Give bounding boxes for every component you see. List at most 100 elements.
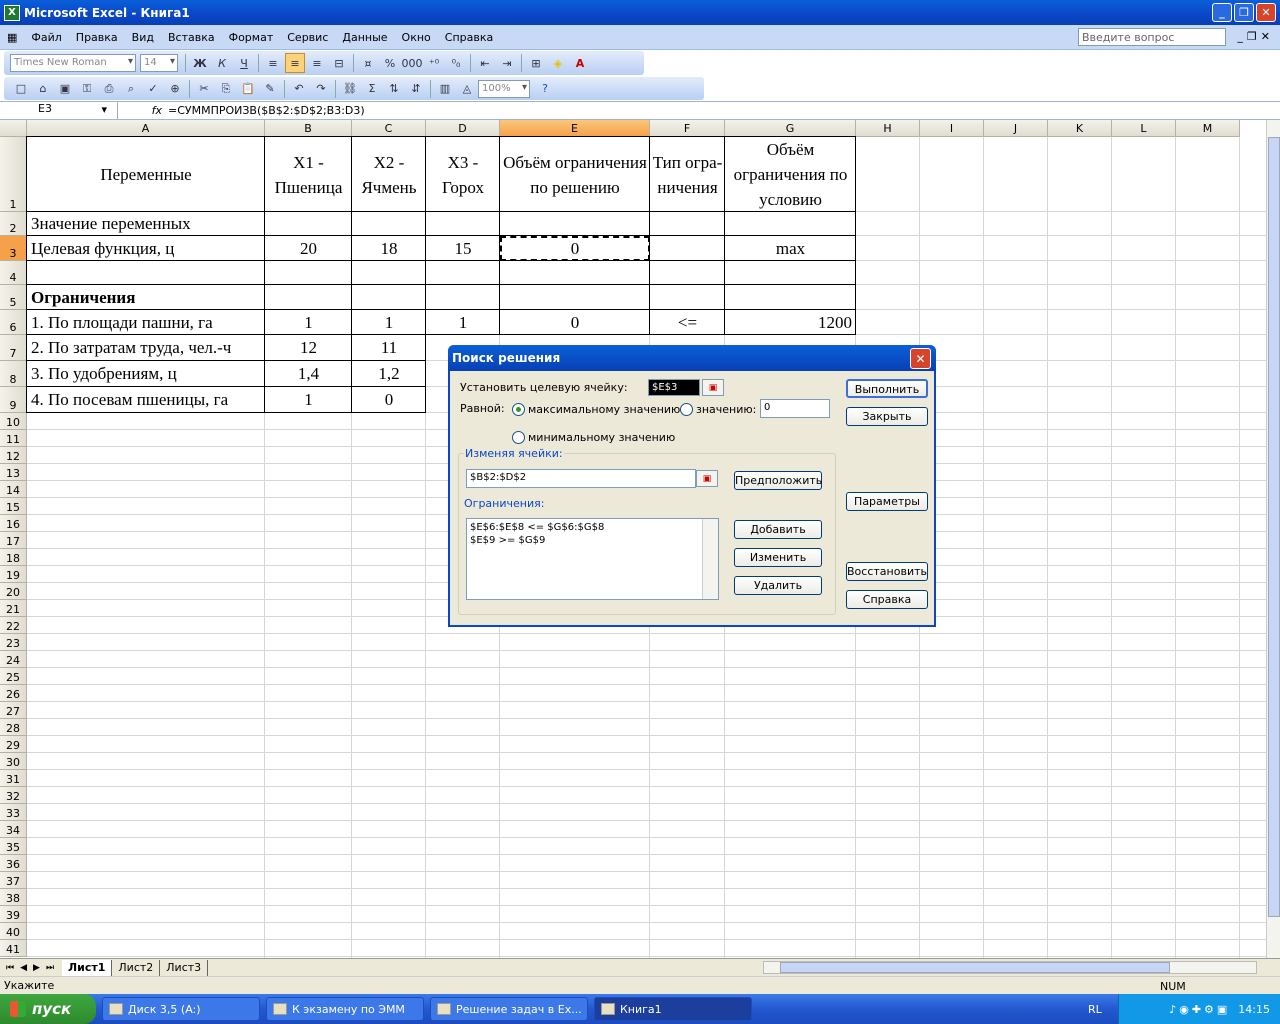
- close-dialog-button[interactable]: Закрыть: [846, 407, 928, 426]
- merge-center-icon[interactable]: ⊟: [329, 53, 349, 73]
- row-header-20[interactable]: 20: [0, 583, 27, 600]
- sheet-tab-3[interactable]: Лист3: [160, 959, 209, 976]
- scroll-thumb[interactable]: [780, 962, 1170, 973]
- options-button[interactable]: Параметры: [846, 492, 928, 511]
- drawing-icon[interactable]: ◬: [457, 79, 477, 99]
- borders-icon[interactable]: ⊞: [526, 53, 546, 73]
- row-header-10[interactable]: 10: [0, 413, 27, 430]
- row-header-7[interactable]: 7: [0, 335, 27, 361]
- cell-f6[interactable]: <=: [650, 310, 725, 335]
- align-left-icon[interactable]: ≡: [263, 53, 283, 73]
- task-word[interactable]: Решение задач в Ex...: [430, 997, 588, 1021]
- constraints-list[interactable]: $E$6:$E$8 <= $G$6:$G$8 $E$9 >= $G$9: [466, 518, 719, 600]
- cell-e4[interactable]: [500, 261, 650, 285]
- delete-button[interactable]: Удалить: [734, 576, 822, 595]
- cell-a2[interactable]: Значение переменных: [27, 212, 265, 236]
- research-icon[interactable]: ⊕: [165, 79, 185, 99]
- save-icon[interactable]: ▣: [55, 79, 75, 99]
- constraint-item[interactable]: $E$6:$E$8 <= $G$6:$G$8: [470, 521, 715, 534]
- minimize-button[interactable]: _: [1212, 3, 1232, 22]
- row-header-33[interactable]: 33: [0, 804, 27, 821]
- menu-view[interactable]: Вид: [125, 31, 161, 44]
- row-header-25[interactable]: 25: [0, 668, 27, 685]
- cell-f2[interactable]: [650, 212, 725, 236]
- sort-asc-icon[interactable]: ⇅: [384, 79, 404, 99]
- cell-c9[interactable]: 0: [352, 387, 426, 413]
- autosum-icon[interactable]: Σ: [362, 79, 382, 99]
- row-header-35[interactable]: 35: [0, 838, 27, 855]
- paste-icon[interactable]: 📋: [238, 79, 258, 99]
- format-painter-icon[interactable]: ✎: [260, 79, 280, 99]
- restore-button[interactable]: ❐: [1234, 3, 1254, 22]
- undo-icon[interactable]: ↶: [289, 79, 309, 99]
- open-icon[interactable]: ⌂: [33, 79, 53, 99]
- target-cell-input[interactable]: $E$3: [648, 379, 700, 396]
- row-header-2[interactable]: 2: [0, 212, 27, 236]
- doc-window-controls[interactable]: _❐✕: [1237, 30, 1274, 43]
- align-right-icon[interactable]: ≡: [307, 53, 327, 73]
- cell-b9[interactable]: 1: [265, 387, 352, 413]
- font-color-icon[interactable]: A: [570, 53, 590, 73]
- thousands-icon[interactable]: 000: [402, 53, 423, 73]
- cell-c4[interactable]: [352, 261, 426, 285]
- row-header-28[interactable]: 28: [0, 719, 27, 736]
- menu-insert[interactable]: Вставка: [161, 31, 222, 44]
- cell-b4[interactable]: [265, 261, 352, 285]
- cell-a4[interactable]: [27, 261, 265, 285]
- row-header-41[interactable]: 41: [0, 940, 27, 957]
- language-indicator[interactable]: RL: [1088, 1003, 1102, 1016]
- row-header-22[interactable]: 22: [0, 617, 27, 634]
- col-header-f[interactable]: F: [650, 120, 725, 137]
- cell-g3[interactable]: max: [725, 236, 856, 261]
- cell-g4[interactable]: [725, 261, 856, 285]
- row-header-32[interactable]: 32: [0, 787, 27, 804]
- menu-window[interactable]: Окно: [395, 31, 438, 44]
- cell-d6[interactable]: 1: [426, 310, 500, 335]
- chart-wizard-icon[interactable]: ▥: [435, 79, 455, 99]
- header-cell-e[interactable]: Объём ограничения по решению: [500, 137, 650, 212]
- cell-e5[interactable]: [500, 285, 650, 310]
- change-button[interactable]: Изменить: [734, 548, 822, 567]
- sort-desc-icon[interactable]: ⇵: [406, 79, 426, 99]
- print-preview-icon[interactable]: ⌕: [121, 79, 141, 99]
- sheet-nav-arrows[interactable]: ⏮◀▶⏭: [0, 963, 62, 973]
- horizontal-scrollbar[interactable]: [763, 961, 1257, 974]
- print-icon[interactable]: ⎙: [99, 79, 119, 99]
- row-header-40[interactable]: 40: [0, 923, 27, 940]
- formula-input[interactable]: =СУММПРОИЗВ($B$2:$D$2;B3:D3): [168, 104, 365, 117]
- solve-button[interactable]: Выполнить: [846, 379, 928, 398]
- cell-e3[interactable]: 0: [500, 236, 650, 261]
- row-header-3[interactable]: 3: [0, 236, 27, 261]
- cell-a8[interactable]: 3. По удобрениям, ц: [27, 361, 265, 387]
- new-icon[interactable]: □: [11, 79, 31, 99]
- align-center-icon[interactable]: ≡: [285, 53, 305, 73]
- cell-b3[interactable]: 20: [265, 236, 352, 261]
- col-header-g[interactable]: G: [725, 120, 856, 137]
- col-header-d[interactable]: D: [426, 120, 500, 137]
- row-header-8[interactable]: 8: [0, 361, 27, 387]
- menu-edit[interactable]: Правка: [69, 31, 125, 44]
- vertical-scrollbar[interactable]: [1266, 120, 1280, 958]
- menu-format[interactable]: Формат: [222, 31, 281, 44]
- cell-c6[interactable]: 1: [352, 310, 426, 335]
- row-header-17[interactable]: 17: [0, 532, 27, 549]
- header-cell-b[interactable]: X1 - Пшеница: [265, 137, 352, 212]
- spelling-icon[interactable]: ✓: [143, 79, 163, 99]
- radio-value[interactable]: [680, 403, 693, 416]
- row-header-11[interactable]: 11: [0, 430, 27, 447]
- add-button[interactable]: Добавить: [734, 520, 822, 539]
- cell-a3[interactable]: Целевая функция, ц: [27, 236, 265, 261]
- header-cell-g[interactable]: Объём ограничения по условию: [725, 137, 856, 212]
- cell-a9[interactable]: 4. По посевам пшеницы, га: [27, 387, 265, 413]
- col-header-c[interactable]: C: [352, 120, 426, 137]
- col-header-l[interactable]: L: [1112, 120, 1176, 137]
- cell-e6[interactable]: 0: [500, 310, 650, 335]
- row-header-38[interactable]: 38: [0, 889, 27, 906]
- cell-f3[interactable]: [650, 236, 725, 261]
- close-button[interactable]: ✕: [1256, 3, 1276, 22]
- col-header-k[interactable]: K: [1048, 120, 1112, 137]
- menu-file[interactable]: Файл: [24, 31, 68, 44]
- cell-g2[interactable]: [725, 212, 856, 236]
- currency-icon[interactable]: ¤: [358, 53, 378, 73]
- collapse-dialog-icon[interactable]: ▣: [696, 470, 718, 487]
